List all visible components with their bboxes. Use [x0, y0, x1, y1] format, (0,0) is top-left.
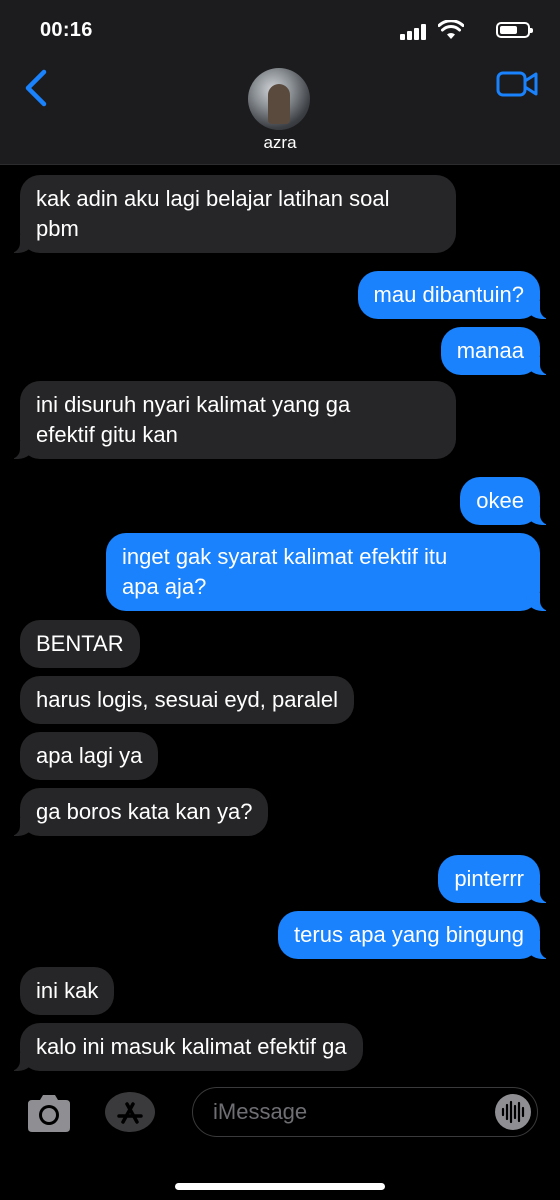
- message-bubble-incoming[interactable]: ga boros kata kan ya?: [9, 788, 269, 836]
- contact-avatar[interactable]: [248, 68, 310, 130]
- cellular-signal-icon: [400, 24, 428, 40]
- compose-bar: iMessage: [0, 1080, 560, 1200]
- message-bubble-outgoing[interactable]: okee: [460, 477, 550, 525]
- contact-name[interactable]: azra: [0, 133, 560, 153]
- status-time: 00:16: [40, 19, 93, 41]
- message-bubble-outgoing[interactable]: terus apa yang bingung: [278, 911, 550, 959]
- home-indicator[interactable]: [175, 1183, 385, 1190]
- message-thread: kak adin aku lagi belajar latihan soal p…: [0, 165, 560, 1080]
- camera-icon[interactable]: [24, 1092, 74, 1136]
- message-bubble-incoming[interactable]: ini kak: [20, 967, 115, 1015]
- message-bubble-incoming[interactable]: harus logis, sesuai eyd, paralel: [20, 676, 355, 724]
- message-bubble-incoming[interactable]: apa lagi ya: [20, 732, 159, 780]
- message-input-placeholder: iMessage: [213, 1099, 308, 1124]
- battery-icon: [496, 22, 533, 38]
- message-bubble-outgoing[interactable]: inget gak syarat kalimat efektif itu apa…: [106, 533, 550, 611]
- audio-waveform-icon[interactable]: [495, 1094, 531, 1130]
- message-bubble-incoming[interactable]: BENTAR: [20, 620, 140, 668]
- message-bubble-outgoing[interactable]: mau dibantuin?: [357, 271, 551, 319]
- conversation-header: 00:16 azra: [0, 0, 560, 165]
- message-bubble-incoming[interactable]: kalo ini masuk kalimat efektif ga: [10, 1023, 363, 1071]
- message-bubble-incoming[interactable]: kak adin aku lagi belajar latihan soal p…: [10, 175, 456, 253]
- status-icons: [390, 20, 533, 44]
- video-camera-icon[interactable]: [496, 70, 538, 98]
- back-chevron-icon[interactable]: [22, 68, 52, 108]
- app-store-icon[interactable]: [105, 1092, 155, 1132]
- message-bubble-outgoing[interactable]: manaa: [440, 327, 551, 375]
- message-bubble-outgoing[interactable]: pinterrr: [438, 855, 550, 903]
- wifi-icon: [438, 20, 464, 39]
- message-bubble-incoming[interactable]: ini disuruh nyari kalimat yang ga efekti…: [10, 381, 456, 459]
- message-input[interactable]: iMessage: [192, 1087, 538, 1137]
